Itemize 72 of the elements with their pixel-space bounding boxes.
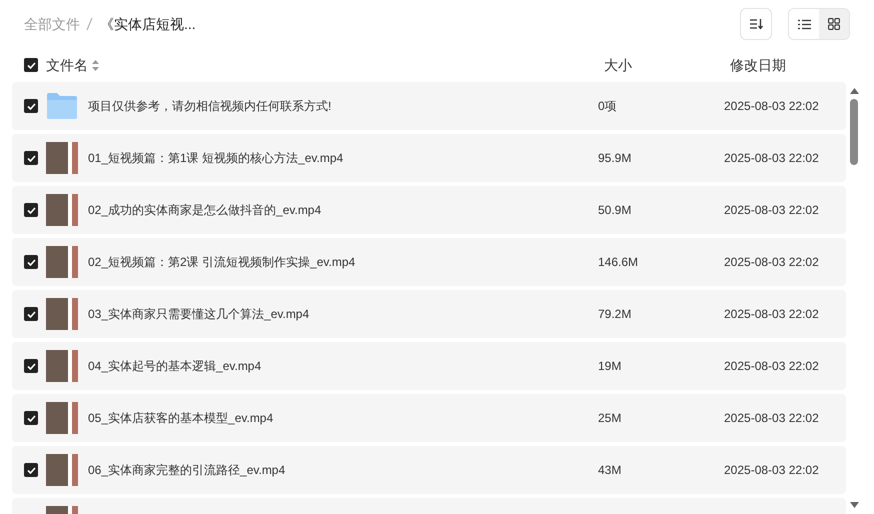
scrollbar-thumb[interactable] — [850, 99, 858, 165]
modified-date: 2025-08-03 22:02 — [724, 358, 819, 375]
file-row[interactable]: 05_实体店获客的基本模型_ev.mp4 25M 2025-08-03 22:02 — [12, 394, 846, 442]
modified-date: 2025-08-03 22:02 — [724, 150, 819, 167]
checkbox[interactable] — [24, 58, 38, 72]
check-icon — [26, 466, 36, 474]
scroll-up-icon[interactable] — [850, 88, 858, 94]
checkbox[interactable] — [24, 99, 38, 113]
modified-date: 2025-08-03 22:02 — [724, 306, 819, 323]
modified-date: 2025-08-03 22:02 — [724, 202, 819, 219]
file-name[interactable]: 03_实体商家只需要懂这几个算法_ev.mp4 — [88, 305, 598, 323]
breadcrumb-current[interactable]: 《实体店短视... — [100, 14, 196, 34]
scroll-down-icon[interactable] — [850, 502, 858, 508]
checkbox[interactable] — [24, 463, 38, 477]
file-row[interactable]: 项目仅供参考，请勿相信视频内任何联系方式! 0项 2025-08-03 22:02 — [12, 82, 846, 130]
file-row[interactable]: 02_短视频篇：第2课 引流短视频制作实操_ev.mp4 146.6M 2025-08-03 22:02 — [12, 238, 846, 286]
modified-date: 2025-08-03 22:02 — [724, 462, 819, 479]
separator-icon — [86, 17, 93, 31]
checkbox[interactable] — [24, 151, 38, 165]
check-icon — [26, 206, 36, 214]
modified-date: 2025-08-03 22:02 — [724, 254, 819, 271]
folder-icon — [46, 92, 78, 120]
video-thumbnail — [46, 142, 78, 174]
grid-view-button[interactable] — [819, 9, 849, 39]
video-thumbnail — [46, 298, 78, 330]
file-name[interactable]: 项目仅供参考，请勿相信视频内任何联系方式! — [88, 97, 598, 115]
list-icon — [798, 18, 810, 30]
file-row[interactable]: 04_实体起号的基本逻辑_ev.mp4 19M 2025-08-03 22:02 — [12, 342, 846, 390]
check-icon — [26, 362, 36, 370]
check-icon — [26, 258, 36, 266]
file-name[interactable]: 05_实体店获客的基本模型_ev.mp4 — [88, 409, 598, 427]
file-name[interactable]: 02_成功的实体商家是怎么做抖音的_ev.mp4 — [88, 201, 598, 219]
checkbox[interactable] — [24, 411, 38, 425]
modified-date: 2025-08-03 22:02 — [724, 98, 819, 115]
check-icon — [26, 102, 36, 110]
file-size: 0项 — [598, 98, 618, 115]
grid-icon — [828, 18, 840, 30]
checkbox[interactable] — [24, 203, 38, 217]
file-size: 19M — [598, 358, 622, 375]
checkbox[interactable] — [24, 307, 38, 321]
check-icon — [26, 310, 36, 318]
file-row[interactable]: 02_成功的实体商家是怎么做抖音的_ev.mp4 50.9M 2025-08-03 22:02 — [12, 186, 846, 234]
video-thumbnail — [46, 194, 78, 226]
file-row[interactable]: 06_实体商家完整的引流路径_ev.mp4 43M 2025-08-03 22:02 — [12, 446, 846, 494]
file-size: 95.9M — [598, 150, 632, 167]
file-size: 25M — [598, 410, 622, 427]
file-size: 79.2M — [598, 306, 632, 323]
video-thumbnail — [46, 246, 78, 278]
file-row[interactable]: 01_短视频篇：第1课 短视频的核心方法_ev.mp4 95.9M 2025-08-03 22:02 — [12, 134, 846, 182]
column-header: 大小 — [604, 56, 632, 74]
column-header: 修改日期 — [730, 56, 786, 74]
file-size: 43M — [598, 462, 622, 479]
file-name[interactable]: 01_短视频篇：第1课 短视频的核心方法_ev.mp4 — [88, 149, 598, 167]
checkbox[interactable] — [24, 255, 38, 269]
file-name[interactable]: 04_实体起号的基本逻辑_ev.mp4 — [88, 357, 598, 375]
check-icon — [26, 154, 36, 162]
column-header[interactable]: 文件名 — [46, 54, 99, 76]
sort-button[interactable] — [740, 8, 772, 40]
video-thumbnail — [46, 454, 78, 486]
file-size: 146.6M — [598, 254, 640, 271]
modified-date: 2025-08-03 22:02 — [724, 410, 819, 427]
file-row[interactable]: 03_实体商家只需要懂这几个算法_ev.mp4 79.2M 2025-08-03 22:02 — [12, 290, 846, 338]
sort-icon — [749, 18, 763, 30]
check-icon — [26, 62, 36, 68]
file-name[interactable]: 02_短视频篇：第2课 引流短视频制作实操_ev.mp4 — [88, 253, 598, 271]
video-thumbnail — [46, 350, 78, 382]
video-thumbnail — [46, 402, 78, 434]
sort-arrows-icon[interactable] — [92, 60, 99, 70]
file-name[interactable]: 06_实体商家完整的引流路径_ev.mp4 — [88, 461, 598, 479]
file-size: 50.9M — [598, 202, 632, 219]
checkbox[interactable] — [24, 359, 38, 373]
check-icon — [26, 414, 36, 422]
